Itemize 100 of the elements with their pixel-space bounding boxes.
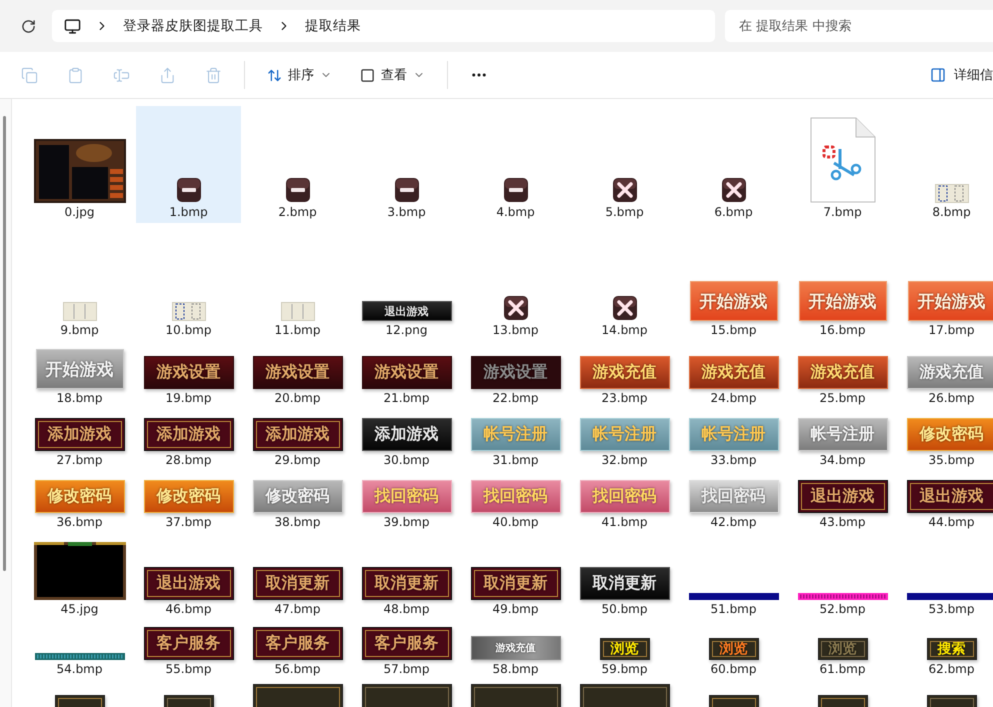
button-image: 游戏充值 — [798, 356, 888, 389]
file-item[interactable]: 退出游戏 12.png — [354, 223, 459, 341]
file-name: 29.bmp — [274, 452, 320, 469]
file-item[interactable]: 8.bmp — [899, 106, 993, 223]
button-image: 修改密码 — [252, 480, 342, 513]
file-item[interactable]: 取消更新 48.bmp — [354, 533, 459, 620]
file-item[interactable]: 54.bmp — [27, 620, 132, 680]
file-item[interactable]: 9.bmp — [27, 223, 132, 341]
file-item[interactable]: 浏览 60.bmp — [681, 620, 786, 680]
file-item[interactable]: 取消更新 50.bmp — [572, 533, 677, 620]
file-item[interactable]: 游戏设置 21.bmp — [354, 341, 459, 409]
address-bar[interactable]: 登录器皮肤图提取工具 提取结果 — [52, 10, 715, 42]
file-item[interactable]: 添加游戏 29.bmp — [245, 409, 350, 471]
breadcrumb[interactable]: 提取结果 — [305, 17, 361, 35]
file-name: 10.bmp — [165, 322, 212, 339]
button-image: 游戏设置 — [252, 356, 342, 389]
file-name: 19.bmp — [165, 390, 212, 407]
file-item[interactable]: 游戏设置 22.bmp — [463, 341, 568, 409]
file-name: 14.bmp — [601, 322, 648, 339]
minimize-icon — [284, 177, 310, 203]
file-item[interactable]: 找回密码 39.bmp — [354, 471, 459, 533]
file-item[interactable]: 退出游戏 44.bmp — [899, 471, 993, 533]
file-item[interactable]: 客户服务 55.bmp — [136, 620, 241, 680]
file-item[interactable]: 游戏充值 24.bmp — [681, 341, 786, 409]
file-name: 47.bmp — [274, 601, 320, 618]
close-icon — [612, 177, 638, 203]
file-item[interactable]: 找回密码 42.bmp — [681, 471, 786, 533]
view-icon — [360, 68, 375, 82]
file-item[interactable]: 52.bmp — [790, 533, 895, 620]
file-item[interactable]: 5.bmp — [572, 106, 677, 223]
file-item[interactable]: 客户服务 57.bmp — [354, 620, 459, 680]
scrollbar[interactable] — [3, 116, 6, 571]
file-item[interactable]: 退出游戏 43.bmp — [790, 471, 895, 533]
file-item[interactable]: 2.bmp — [245, 106, 350, 223]
file-item[interactable]: 51.bmp — [681, 533, 786, 620]
file-item[interactable]: 3.bmp — [354, 106, 459, 223]
menu-button[interactable]: 排序 — [253, 59, 346, 91]
file-item[interactable]: 找回密码 40.bmp — [463, 471, 568, 533]
file-item[interactable]: 修改密码 35.bmp — [899, 409, 993, 471]
button-image: 帐号注册 — [688, 418, 778, 451]
file-item[interactable]: 14.bmp — [572, 223, 677, 341]
file-name: 22.bmp — [492, 390, 538, 407]
file-name: 56.bmp — [274, 661, 320, 678]
file-item[interactable]: 帐号注册 34.bmp — [790, 409, 895, 471]
file-item[interactable]: 7.bmp — [790, 106, 895, 223]
file-item[interactable]: 1.bmp — [136, 106, 241, 223]
file-item[interactable]: 添加游戏 30.bmp — [354, 409, 459, 471]
file-name: 43.bmp — [819, 514, 866, 531]
file-item[interactable]: 退出游戏 46.bmp — [136, 533, 241, 620]
details-button[interactable]: 详细信 — [922, 59, 993, 91]
file-name: 11.bmp — [274, 322, 320, 339]
file-item[interactable]: 帐号注册 33.bmp — [681, 409, 786, 471]
file-item[interactable]: 浏览 61.bmp — [790, 620, 895, 680]
file-item[interactable]: 游戏充值 25.bmp — [790, 341, 895, 409]
file-item[interactable]: 4.bmp — [463, 106, 568, 223]
menu-button[interactable]: 查看 — [346, 59, 439, 91]
file-item[interactable]: 开始游戏 16.bmp — [790, 223, 895, 341]
file-item[interactable]: 6.bmp — [681, 106, 786, 223]
file-name: 41.bmp — [601, 514, 648, 531]
file-item[interactable]: 取消更新 47.bmp — [245, 533, 350, 620]
file-item[interactable]: 游戏设置 20.bmp — [245, 341, 350, 409]
file-item[interactable]: 游戏充值 23.bmp — [572, 341, 677, 409]
file-item[interactable]: 13.bmp — [463, 223, 568, 341]
file-item[interactable]: 修改密码 36.bmp — [27, 471, 132, 533]
file-item[interactable]: 游戏设置 19.bmp — [136, 341, 241, 409]
file-item[interactable]: 帐号注册 32.bmp — [572, 409, 677, 471]
file-item[interactable]: 开始游戏 17.bmp — [899, 223, 993, 341]
file-item[interactable]: 游戏充值 26.bmp — [899, 341, 993, 409]
file-name: 37.bmp — [165, 514, 212, 531]
file-name: 54.bmp — [56, 661, 102, 678]
file-item[interactable]: 添加游戏 27.bmp — [27, 409, 132, 471]
file-item[interactable]: 0.jpg — [27, 106, 132, 223]
minimize-icon — [176, 177, 202, 203]
file-item[interactable]: 11.bmp — [245, 223, 350, 341]
file-name: 0.jpg — [64, 204, 95, 221]
file-item[interactable]: 添加游戏 28.bmp — [136, 409, 241, 471]
file-item[interactable]: 搜索 62.bmp — [899, 620, 993, 680]
file-name: 51.bmp — [710, 601, 756, 618]
breadcrumb[interactable]: 登录器皮肤图提取工具 — [123, 17, 263, 35]
file-item[interactable]: 修改密码 37.bmp — [136, 471, 241, 533]
strip-image — [280, 302, 314, 321]
button-image: 取消更新 — [470, 567, 560, 600]
file-name: 7.bmp — [823, 204, 862, 221]
file-name: 16.bmp — [819, 322, 866, 339]
file-item[interactable]: 开始游戏 15.bmp — [681, 223, 786, 341]
file-item[interactable]: 45.jpg — [27, 533, 132, 620]
file-item[interactable]: 修改密码 38.bmp — [245, 471, 350, 533]
file-item[interactable]: 10.bmp — [136, 223, 241, 341]
file-item[interactable]: 开始游戏 18.bmp — [27, 341, 132, 409]
file-item[interactable]: 客户服务 56.bmp — [245, 620, 350, 680]
file-item[interactable]: 取消更新 49.bmp — [463, 533, 568, 620]
file-name: 21.bmp — [383, 390, 430, 407]
file-item[interactable]: 浏览 59.bmp — [572, 620, 677, 680]
file-item[interactable]: 游戏充值 58.bmp — [463, 620, 568, 680]
file-item[interactable]: 53.bmp — [899, 533, 993, 620]
file-item[interactable]: 找回密码 41.bmp — [572, 471, 677, 533]
button-image: 找回密码 — [470, 480, 560, 513]
close-icon — [612, 295, 638, 321]
file-item[interactable]: 帐号注册 31.bmp — [463, 409, 568, 471]
search-field[interactable]: 在 提取结果 中搜索 — [725, 10, 993, 42]
